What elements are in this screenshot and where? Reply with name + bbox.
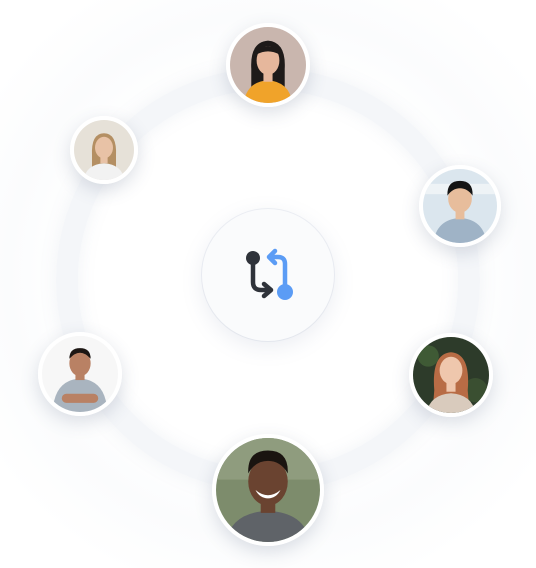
avatar-bottom xyxy=(212,434,324,546)
avatar-top xyxy=(226,23,310,107)
person-avatar-icon xyxy=(423,169,497,243)
person-avatar-icon xyxy=(413,337,489,413)
avatar-lower-left xyxy=(38,332,122,416)
person-avatar-icon xyxy=(42,336,118,412)
person-avatar-icon xyxy=(230,27,306,103)
avatar-upper-right xyxy=(419,165,501,247)
git-pull-request-icon xyxy=(246,248,293,300)
avatar-lower-right xyxy=(409,333,493,417)
collaboration-diagram xyxy=(0,0,536,568)
hub-circle xyxy=(202,209,334,341)
person-avatar-icon xyxy=(216,438,320,542)
avatar-upper-left xyxy=(70,116,138,184)
person-avatar-icon xyxy=(74,120,134,180)
